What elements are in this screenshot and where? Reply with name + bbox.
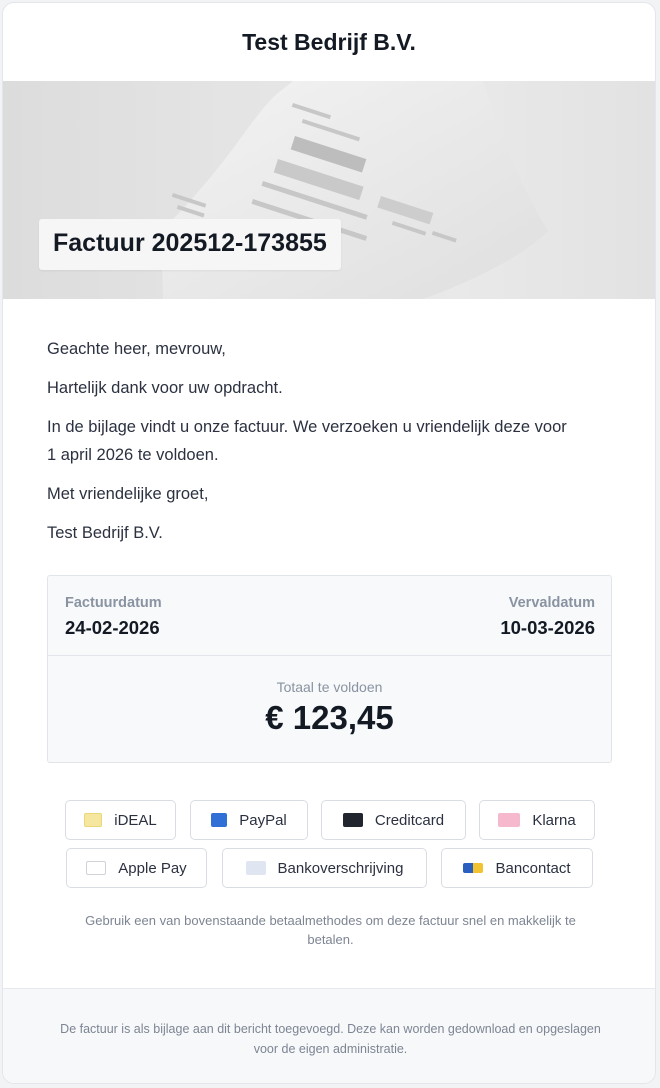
pay-creditcard-button[interactable]: Creditcard (321, 800, 466, 840)
company-name: Test Bedrijf B.V. (242, 28, 416, 55)
total-label: Totaal te voldoen (276, 679, 383, 695)
greeting: Geachte heer, mevrouw, (47, 340, 226, 358)
closing: Met vriendelijke groet, (47, 485, 209, 503)
bancontact-icon (463, 863, 484, 873)
pay-apple-pay-label: Apple Pay (118, 859, 187, 877)
paypal-icon (211, 813, 228, 827)
invoice-title: Factuur 202512-173855 (39, 219, 341, 270)
signature: Test Bedrijf B.V. (47, 524, 163, 542)
pay-paypal-button[interactable]: PayPal (190, 800, 308, 840)
company-header: Test Bedrijf B.V. (3, 3, 655, 81)
ideal-icon (84, 813, 103, 827)
pay-bancontact-button[interactable]: Bancontact (441, 848, 593, 888)
pay-creditcard-label: Creditcard (374, 811, 445, 829)
invoice-date-value: 24-02-2026 (65, 617, 160, 638)
total-amount: € 123,45 (265, 699, 394, 736)
apple-pay-icon (86, 861, 107, 875)
payment-request: In de bijlage vindt u onze factuur. We v… (47, 413, 611, 469)
pay-klarna-button[interactable]: Klarna (479, 800, 595, 840)
email-card: Test Bedrijf B.V. Factuur 202512-173855 … (2, 2, 656, 1084)
pay-bank-transfer-label: Bankoverschrijving (277, 859, 404, 877)
pay-apple-pay-button[interactable]: Apple Pay (66, 848, 207, 888)
payment-request-line-2: 1 april 2026 te voldoen. (47, 446, 219, 464)
thanks-line: Hartelijk dank voor uw opdracht. (47, 379, 283, 397)
pay-bancontact-label: Bancontact (495, 859, 571, 877)
klarna-icon (498, 813, 521, 827)
pay-ideal-button[interactable]: iDEAL (65, 800, 176, 840)
pay-ideal-label: iDEAL (114, 811, 157, 829)
due-date-label: Vervaldatum (508, 595, 595, 611)
hero-banner: Factuur 202512-173855 (3, 81, 655, 299)
invoice-date-label: Factuurdatum (65, 595, 162, 611)
invoice-total: Totaal te voldoen € 123,45 (48, 656, 611, 737)
footer-text: De factuur is als bijlage aan dit berich… (60, 1022, 601, 1056)
message-body: Geachte heer, mevrouw, Hartelijk dank vo… (3, 299, 655, 547)
invoice-dates: Factuurdatum 24-02-2026 Vervaldatum 10-0… (48, 576, 611, 656)
payment-note: Gebruik een van bovenstaande betaalmetho… (85, 913, 576, 947)
footer: De factuur is als bijlage aan dit berich… (3, 988, 655, 1083)
due-date-value: 10-03-2026 (500, 617, 595, 638)
pay-klarna-label: Klarna (532, 811, 576, 829)
payment-request-line-1: In de bijlage vindt u onze factuur. We v… (47, 418, 567, 436)
invoice-summary: Factuurdatum 24-02-2026 Vervaldatum 10-0… (47, 575, 612, 763)
pay-bank-transfer-button[interactable]: Bankoverschrijving (222, 848, 427, 888)
bank-transfer-icon (245, 861, 266, 875)
pay-paypal-label: PayPal (239, 811, 287, 829)
creditcard-icon (342, 813, 363, 827)
